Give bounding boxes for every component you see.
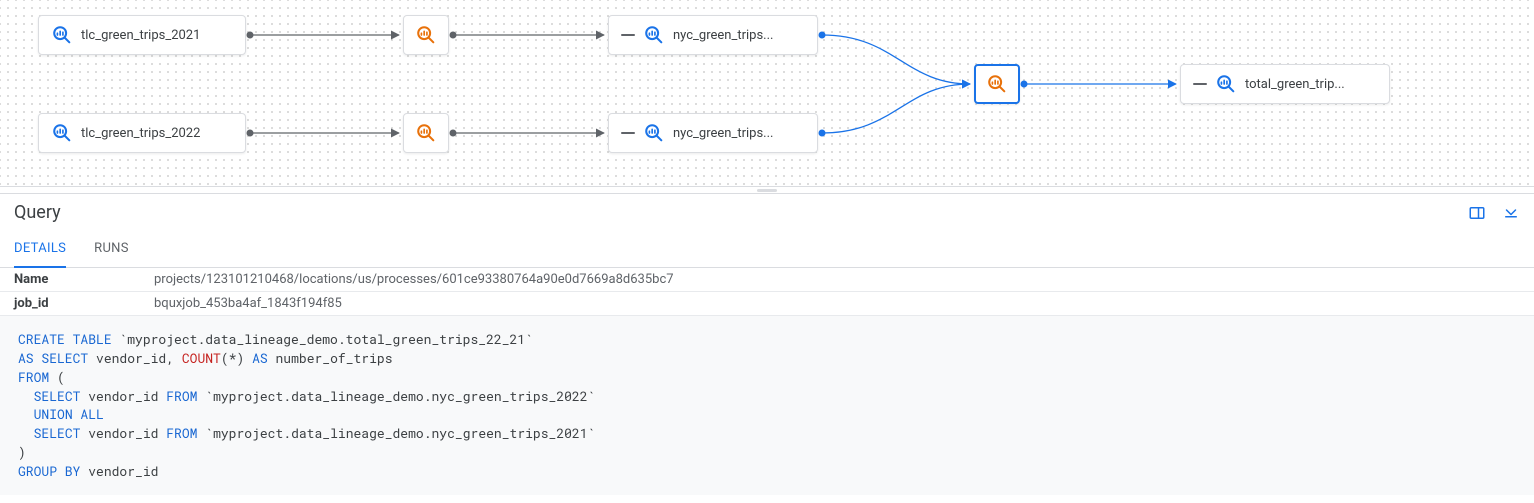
process-icon [415,122,437,144]
bigquery-table-icon [1215,73,1237,95]
node-label: nyc_green_trips... [673,28,773,43]
process-icon [415,24,437,46]
bigquery-table-icon [643,24,665,46]
collapse-down-icon [1502,204,1520,222]
row-value: projects/123101210468/locations/us/proce… [154,272,674,287]
collapse-icon [621,34,635,36]
node-label: nyc_green_trips... [673,126,773,141]
row-value: bquxjob_453ba4af_1843f194f85 [154,296,342,311]
table-row: Name projects/123101210468/locations/us/… [0,268,1534,292]
node-process-2[interactable] [403,113,449,153]
node-process-selected[interactable] [974,64,1020,104]
splitter-grip-icon [757,189,777,192]
row-key: job_id [14,296,154,311]
lineage-graph[interactable]: tlc_green_trips_2021 nyc_green_trips... … [0,0,1534,187]
node-total-green-trip[interactable]: total_green_trip... [1180,64,1390,104]
tab-details[interactable]: DETAILS [14,231,66,268]
layout-icon [1468,204,1486,222]
table-row: job_id bquxjob_453ba4af_1843f194f85 [0,292,1534,316]
node-nyc-green-trips-2[interactable]: nyc_green_trips... [608,113,818,153]
node-nyc-green-trips-1[interactable]: nyc_green_trips... [608,15,818,55]
sql-code: CREATE TABLE `myproject.data_lineage_dem… [0,316,1534,495]
node-tlc-green-trips-2021[interactable]: tlc_green_trips_2021 [38,15,246,55]
panel-collapse-button[interactable] [1502,204,1520,222]
node-tlc-green-trips-2022[interactable]: tlc_green_trips_2022 [38,113,246,153]
collapse-icon [621,132,635,134]
panel-title: Query [14,202,61,223]
bigquery-table-icon [643,122,665,144]
collapse-icon [1193,83,1207,85]
node-label: tlc_green_trips_2021 [81,28,200,43]
node-label: tlc_green_trips_2022 [81,126,200,141]
tab-runs[interactable]: RUNS [94,231,129,267]
panel-tabs: DETAILS RUNS [0,231,1534,268]
row-key: Name [14,272,154,287]
details-table: Name projects/123101210468/locations/us/… [0,268,1534,316]
bigquery-table-icon [51,122,73,144]
bigquery-table-icon [51,24,73,46]
node-process-1[interactable] [403,15,449,55]
process-icon [986,73,1008,95]
node-label: total_green_trip... [1245,77,1345,92]
query-panel: Query DETAILS RUNS Name projects/1231012… [0,193,1534,495]
panel-layout-button[interactable] [1468,204,1486,222]
